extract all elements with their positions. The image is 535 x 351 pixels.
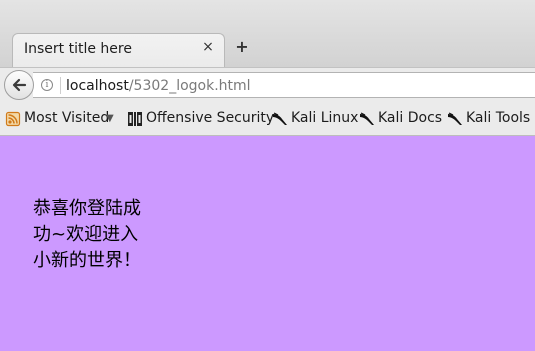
site-info-icon[interactable]: i — [41, 79, 53, 91]
offensive-security-icon — [128, 112, 142, 126]
bookmark-label: Kali Docs — [378, 110, 443, 126]
back-arrow-icon — [12, 78, 27, 92]
kali-dragon-icon — [273, 112, 287, 125]
chevron-down-icon: ▼ — [106, 113, 114, 124]
page-content: 恭喜你登陆成功~欢迎进入小新的世界！ — [0, 136, 535, 351]
url-text[interactable]: localhost/5302_logok.html — [66, 78, 251, 94]
kali-dragon-icon — [360, 112, 374, 125]
new-tab-button[interactable]: + — [234, 39, 250, 55]
browser-tab[interactable]: Insert title here × — [12, 33, 225, 67]
tab-strip: Insert title here × + — [0, 0, 535, 67]
kali-dragon-icon — [448, 112, 462, 125]
tab-title: Insert title here — [24, 41, 132, 57]
bookmark-label: Kali Tools — [466, 110, 531, 126]
close-tab-icon[interactable]: × — [201, 40, 215, 54]
url-host: localhost — [66, 78, 129, 94]
bookmarks-toolbar: Most Visited ▼ Offensive Security Kali L… — [0, 102, 535, 136]
navigation-bar: i localhost/5302_logok.html — [0, 67, 535, 102]
bookmark-label: Kali Linux — [291, 110, 359, 126]
url-path: /5302_logok.html — [128, 78, 251, 94]
bookmark-label: Most Visited — [24, 110, 110, 126]
back-button[interactable] — [4, 70, 34, 100]
welcome-message: 恭喜你登陆成功~欢迎进入小新的世界！ — [33, 198, 141, 271]
bookmark-label: Offensive Security — [146, 110, 275, 126]
url-separator — [60, 77, 61, 94]
url-bar[interactable]: i localhost/5302_logok.html — [33, 72, 535, 98]
most-visited-icon — [5, 111, 21, 127]
